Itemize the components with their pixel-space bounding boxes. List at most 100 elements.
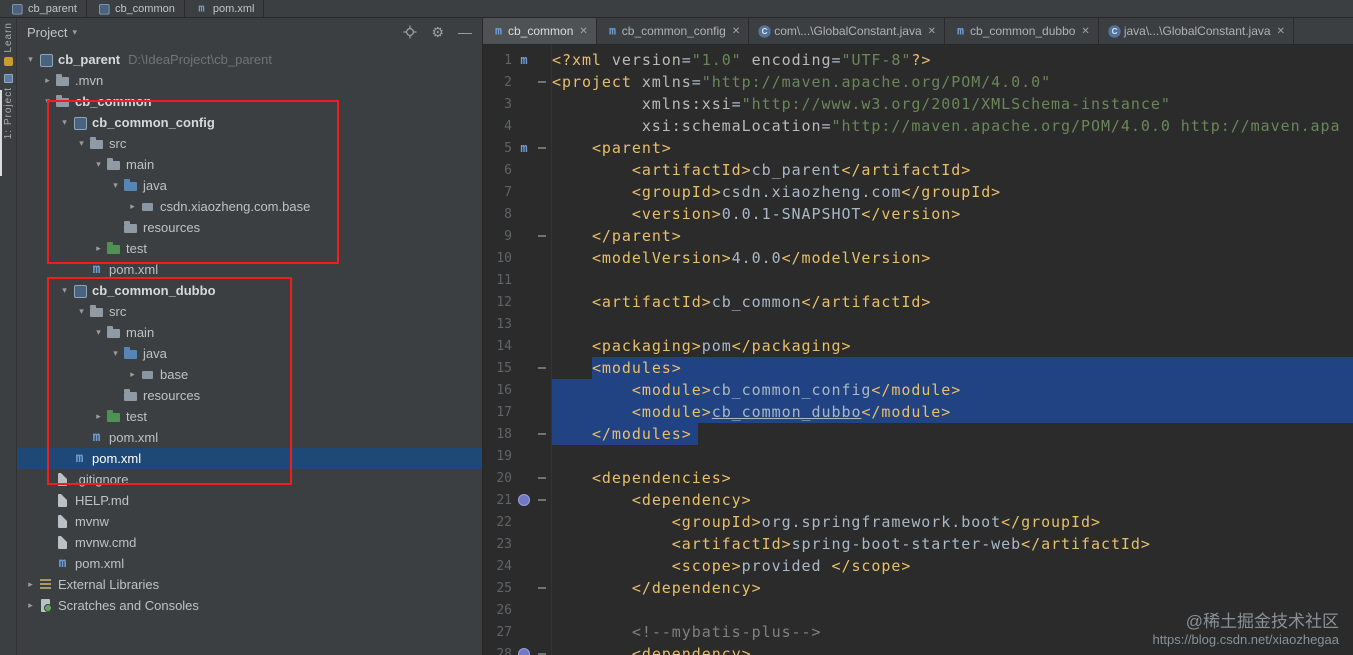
chevron-right-icon[interactable]: ▸ (23, 600, 38, 611)
chevron-down-icon[interactable]: ▾ (57, 285, 72, 296)
tree-item-pom.xml[interactable]: m pom.xml (17, 553, 482, 574)
tree-item-src[interactable]: ▾ src (17, 133, 482, 154)
chevron-down-icon[interactable]: ▾ (72, 27, 77, 38)
chevron-right-icon[interactable]: ▸ (125, 201, 140, 212)
code-segment: </module> (871, 381, 962, 399)
tree-item-mvnw.cmd[interactable]: mvnw.cmd (17, 532, 482, 553)
fold-icon[interactable] (536, 71, 550, 93)
tree-item-resources[interactable]: resources (17, 385, 482, 406)
tree-item-main[interactable]: ▾ main (17, 322, 482, 343)
gutter-row: 7 (486, 181, 551, 203)
top-tab-cb_parent[interactable]: cb_parent (0, 0, 87, 17)
tree-item-java[interactable]: ▾ java (17, 343, 482, 364)
tree-item-test[interactable]: ▸ test (17, 406, 482, 427)
fold-icon[interactable] (536, 137, 550, 159)
editor-tab-com-GlobalConstant-java[interactable]: Ccom\...\GlobalConstant.java ✕ (749, 18, 946, 44)
gutter-row: 22 (486, 511, 551, 533)
fold-icon[interactable] (536, 423, 550, 445)
close-icon[interactable]: ✕ (928, 26, 936, 37)
maven-icon: m (608, 24, 616, 38)
gutter-row: 6 (486, 159, 551, 181)
tree-item-label: cb_common_dubbo (92, 283, 216, 298)
tree-item-pom.xml[interactable]: m pom.xml (17, 427, 482, 448)
tree-item-base[interactable]: ▸ base (17, 364, 482, 385)
locate-file-icon[interactable] (403, 25, 417, 39)
chevron-down-icon[interactable]: ▾ (91, 327, 106, 338)
chevron-down-icon[interactable]: ▾ (23, 54, 38, 65)
tree-item-.gitignore[interactable]: .gitignore (17, 469, 482, 490)
chevron-right-icon[interactable]: ▸ (91, 411, 106, 422)
tree-item-src[interactable]: ▾ src (17, 301, 482, 322)
top-tab-pom.xml[interactable]: m pom.xml (185, 0, 265, 17)
editor-tab-cb_common[interactable]: m cb_common ✕ (483, 18, 597, 44)
gutter-maven-icon[interactable]: m (512, 49, 536, 71)
editor-tab-cb_common_dubbo[interactable]: m cb_common_dubbo ✕ (945, 18, 1099, 44)
editor-tab-cb_common_config[interactable]: m cb_common_config ✕ (597, 18, 750, 44)
fold-slot (536, 621, 550, 643)
code-segment: cb_common (711, 293, 802, 311)
chevron-down-icon[interactable]: ▾ (74, 138, 89, 149)
editor-body: 1 m 2 3 4 5 m 6 7 8 9 10 11 12 13 14 15 16 17 18 19 20 21 22 23 2… (483, 45, 1353, 655)
gutter-plugin-icon[interactable] (512, 489, 536, 511)
tree-item-resources[interactable]: resources (17, 217, 482, 238)
chevron-down-icon[interactable]: ▾ (108, 180, 123, 191)
chevron-down-icon[interactable]: ▾ (108, 348, 123, 359)
fold-icon[interactable] (536, 357, 550, 379)
gutter-row: 9 (486, 225, 551, 247)
close-icon[interactable]: ✕ (732, 26, 740, 37)
gutter-maven-icon[interactable]: m (512, 137, 536, 159)
plugin-icon (518, 648, 530, 655)
tree-item-.mvn[interactable]: ▸ .mvn (17, 70, 482, 91)
tree-item-main[interactable]: ▾ main (17, 154, 482, 175)
gutter-plugin-icon[interactable] (512, 643, 536, 655)
line-number: 16 (496, 382, 512, 398)
tree-item-pom.xml[interactable]: m pom.xml (17, 259, 482, 280)
tree-item-csdn.xiaozheng.com.base[interactable]: ▸ csdn.xiaozheng.com.base (17, 196, 482, 217)
learn-tool-button[interactable]: Learn (0, 18, 16, 70)
tree-item-Scratches-and-Consoles[interactable]: ▸ Scratches and Consoles (17, 595, 482, 616)
editor-tab-java-GlobalConstant-java[interactable]: Cjava\...\GlobalConstant.java ✕ (1099, 18, 1294, 44)
fold-slot (536, 291, 550, 313)
project-panel-title[interactable]: Project (27, 25, 67, 40)
tree-item-HELP.md[interactable]: HELP.md (17, 490, 482, 511)
top-tab-cb_common[interactable]: cb_common (87, 0, 185, 17)
chevron-down-icon[interactable]: ▾ (74, 306, 89, 317)
hide-panel-icon[interactable]: — (458, 25, 472, 39)
line-number: 3 (504, 96, 512, 112)
project-tool-button[interactable]: 1: Project (0, 70, 16, 143)
tree-item-path: D:\IdeaProject\cb_parent (128, 52, 272, 67)
fold-icon[interactable] (536, 225, 550, 247)
close-icon[interactable]: ✕ (1277, 26, 1285, 37)
tree-item-pom.xml[interactable]: m pom.xml (17, 448, 482, 469)
code-area[interactable]: <?xml version="1.0" encoding="UTF-8"?> <p… (552, 45, 1353, 655)
chevron-right-icon[interactable]: ▸ (91, 243, 106, 254)
tree-item-cb_parent[interactable]: ▾ cb_parent D:\IdeaProject\cb_parent (17, 49, 482, 70)
code-line: <dependencies> (552, 467, 1353, 489)
gear-icon[interactable]: ⚙ (431, 25, 444, 39)
code-segment: <packaging> (591, 337, 702, 355)
close-icon[interactable]: ✕ (1081, 26, 1089, 37)
tree-item-cb_common[interactable]: ▾ cb_common (17, 91, 482, 112)
line-number: 22 (496, 514, 512, 530)
fold-icon[interactable] (536, 489, 550, 511)
fold-icon[interactable] (536, 577, 550, 599)
chevron-right-icon[interactable]: ▸ (125, 369, 140, 380)
close-icon[interactable]: ✕ (579, 26, 587, 37)
fold-icon[interactable] (536, 643, 550, 655)
gutter-row: 4 (486, 115, 551, 137)
tree-item-External-Libraries[interactable]: ▸ External Libraries (17, 574, 482, 595)
tree-item-mvnw[interactable]: mvnw (17, 511, 482, 532)
chevron-down-icon[interactable]: ▾ (57, 117, 72, 128)
chevron-down-icon[interactable]: ▾ (91, 159, 106, 170)
chevron-right-icon[interactable]: ▸ (40, 75, 55, 86)
tree-item-cb_common_dubbo[interactable]: ▾ cb_common_dubbo (17, 280, 482, 301)
fold-icon[interactable] (536, 467, 550, 489)
tree-item-test[interactable]: ▸ test (17, 238, 482, 259)
tree-item-java[interactable]: ▾ java (17, 175, 482, 196)
folder-icon (106, 325, 121, 340)
chevron-down-icon[interactable]: ▾ (40, 96, 55, 107)
line-number: 6 (504, 162, 512, 178)
tree-item-cb_common_config[interactable]: ▾ cb_common_config (17, 112, 482, 133)
chevron-right-icon[interactable]: ▸ (23, 579, 38, 590)
line-number: 7 (504, 184, 512, 200)
